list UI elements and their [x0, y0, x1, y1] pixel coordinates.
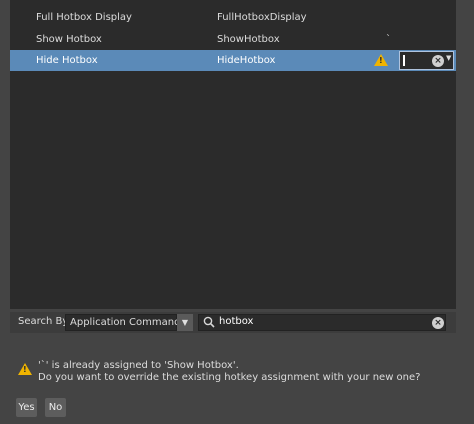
- hotkey-value: `: [386, 34, 391, 45]
- search-input[interactable]: hotbox ×: [198, 314, 446, 331]
- search-by-label: Search By:: [18, 316, 71, 327]
- override-question: Do you want to override the existing hot…: [38, 372, 421, 383]
- table-row[interactable]: Full Hotbox Display FullHotboxDisplay: [10, 7, 456, 28]
- command-name: HideHotbox: [217, 55, 276, 66]
- search-by-select[interactable]: Application Command: [65, 314, 180, 331]
- command-label: Hide Hotbox: [36, 55, 98, 66]
- command-name: FullHotboxDisplay: [217, 12, 307, 23]
- command-label: Show Hotbox: [36, 34, 102, 45]
- search-icon: [203, 316, 215, 328]
- yes-button[interactable]: Yes: [16, 398, 37, 417]
- search-query: hotbox: [219, 316, 254, 327]
- table-row-selected[interactable]: Hide Hotbox HideHotbox ! × ▼: [10, 50, 456, 71]
- text-caret: [403, 55, 405, 66]
- hotkey-editor: Full Hotbox Display FullHotboxDisplay Sh…: [0, 0, 474, 424]
- hotkey-list: Full Hotbox Display FullHotboxDisplay Sh…: [10, 0, 456, 309]
- clear-icon[interactable]: ×: [432, 317, 444, 329]
- table-row[interactable]: Show Hotbox ShowHotbox `: [10, 29, 456, 50]
- conflict-message: '`' is already assigned to 'Show Hotbox'…: [38, 360, 239, 371]
- clear-icon[interactable]: ×: [432, 55, 444, 67]
- search-bar: Search By: Application Command ▼ hotbox …: [10, 312, 456, 333]
- command-name: ShowHotbox: [217, 34, 280, 45]
- warning-icon: !: [374, 54, 388, 66]
- warning-icon: !: [18, 363, 32, 375]
- chevron-down-icon[interactable]: ▼: [177, 314, 193, 331]
- chevron-down-icon[interactable]: ▼: [446, 54, 451, 62]
- command-label: Full Hotbox Display: [36, 12, 132, 23]
- hotkey-input[interactable]: × ▼: [399, 51, 454, 70]
- no-button[interactable]: No: [45, 398, 66, 417]
